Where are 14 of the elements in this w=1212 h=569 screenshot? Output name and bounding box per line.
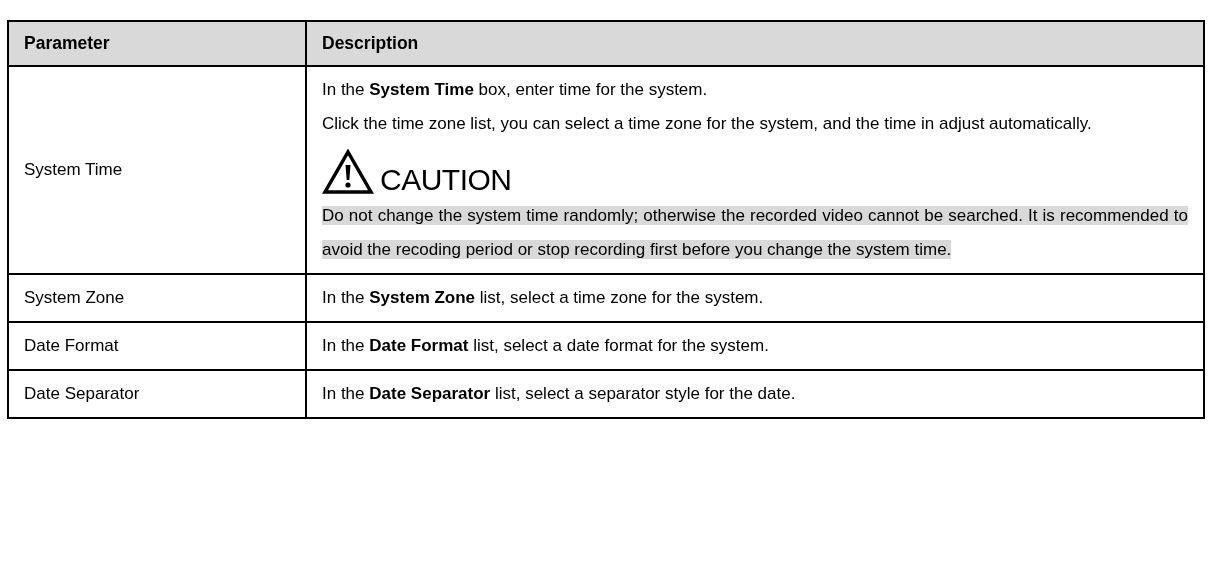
description-text: In the System Time box, enter time for the system. — [322, 79, 709, 101]
parameter-cell: System Time — [8, 66, 306, 274]
caution-label: CAUTION — [380, 165, 512, 195]
description-text: In the Date Format list, select a date format for the system. — [322, 335, 770, 357]
column-header: Description — [306, 21, 1204, 66]
parameter-cell: System Zone — [8, 274, 306, 322]
description-text: Click the time zone list, you can select a time zone for the system, and the time in adjust automatically. — [322, 113, 1093, 135]
description-text: In the System Zone list, select a time zone for the system. — [322, 287, 765, 309]
description-text: In the Date Separator list, select a separator style for the date. — [322, 383, 797, 405]
warning-icon — [322, 149, 374, 195]
column-header: Parameter — [8, 21, 306, 66]
parameter-cell: Date Format — [8, 322, 306, 370]
caution-text: Do not change the system time randomly; otherwise the recorded video cannot be searched. It is recommended to avoid the recoding period or stop recording first before you change the system time. — [322, 205, 1188, 261]
parameter-cell: Date Separator — [8, 370, 306, 418]
